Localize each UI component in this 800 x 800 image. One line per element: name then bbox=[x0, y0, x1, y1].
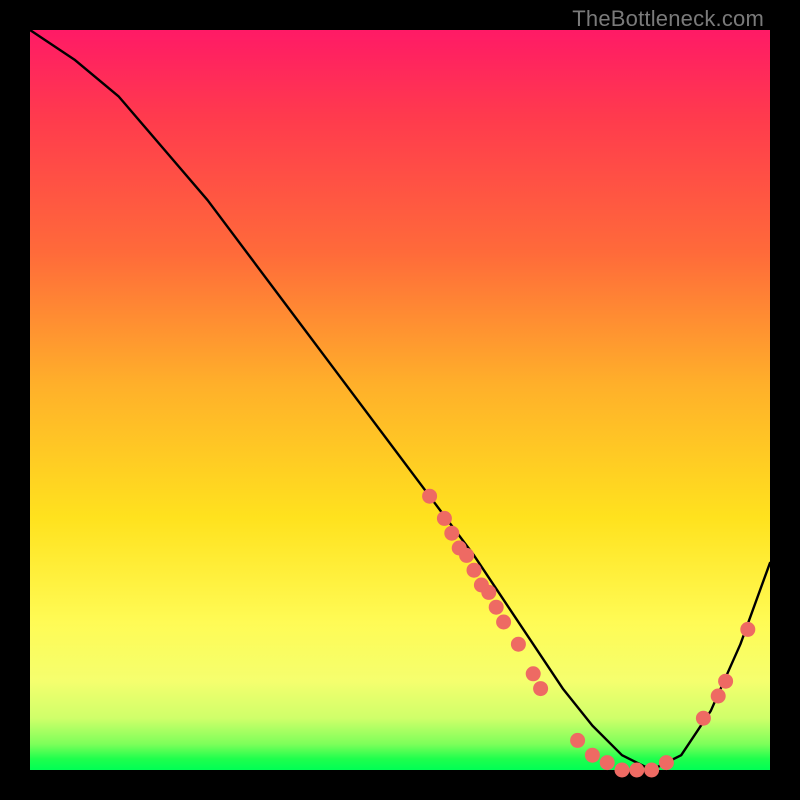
bottleneck-curve bbox=[30, 30, 770, 770]
data-point bbox=[615, 763, 630, 778]
chart-svg bbox=[30, 30, 770, 770]
data-point bbox=[444, 526, 459, 541]
data-point bbox=[585, 748, 600, 763]
data-point bbox=[533, 681, 548, 696]
data-point bbox=[629, 763, 644, 778]
data-point bbox=[696, 711, 711, 726]
data-point bbox=[718, 674, 733, 689]
data-point bbox=[437, 511, 452, 526]
chart-stage: TheBottleneck.com bbox=[0, 0, 800, 800]
data-point bbox=[659, 755, 674, 770]
data-point bbox=[526, 666, 541, 681]
plot-area bbox=[30, 30, 770, 770]
data-point bbox=[422, 489, 437, 504]
data-point bbox=[644, 763, 659, 778]
data-point bbox=[570, 733, 585, 748]
data-points-group bbox=[422, 489, 755, 778]
data-point bbox=[467, 563, 482, 578]
data-point bbox=[489, 600, 504, 615]
data-point bbox=[481, 585, 496, 600]
data-point bbox=[496, 615, 511, 630]
watermark-text: TheBottleneck.com bbox=[572, 6, 764, 32]
data-point bbox=[711, 689, 726, 704]
data-point bbox=[600, 755, 615, 770]
data-point bbox=[511, 637, 526, 652]
data-point bbox=[740, 622, 755, 637]
data-point bbox=[459, 548, 474, 563]
